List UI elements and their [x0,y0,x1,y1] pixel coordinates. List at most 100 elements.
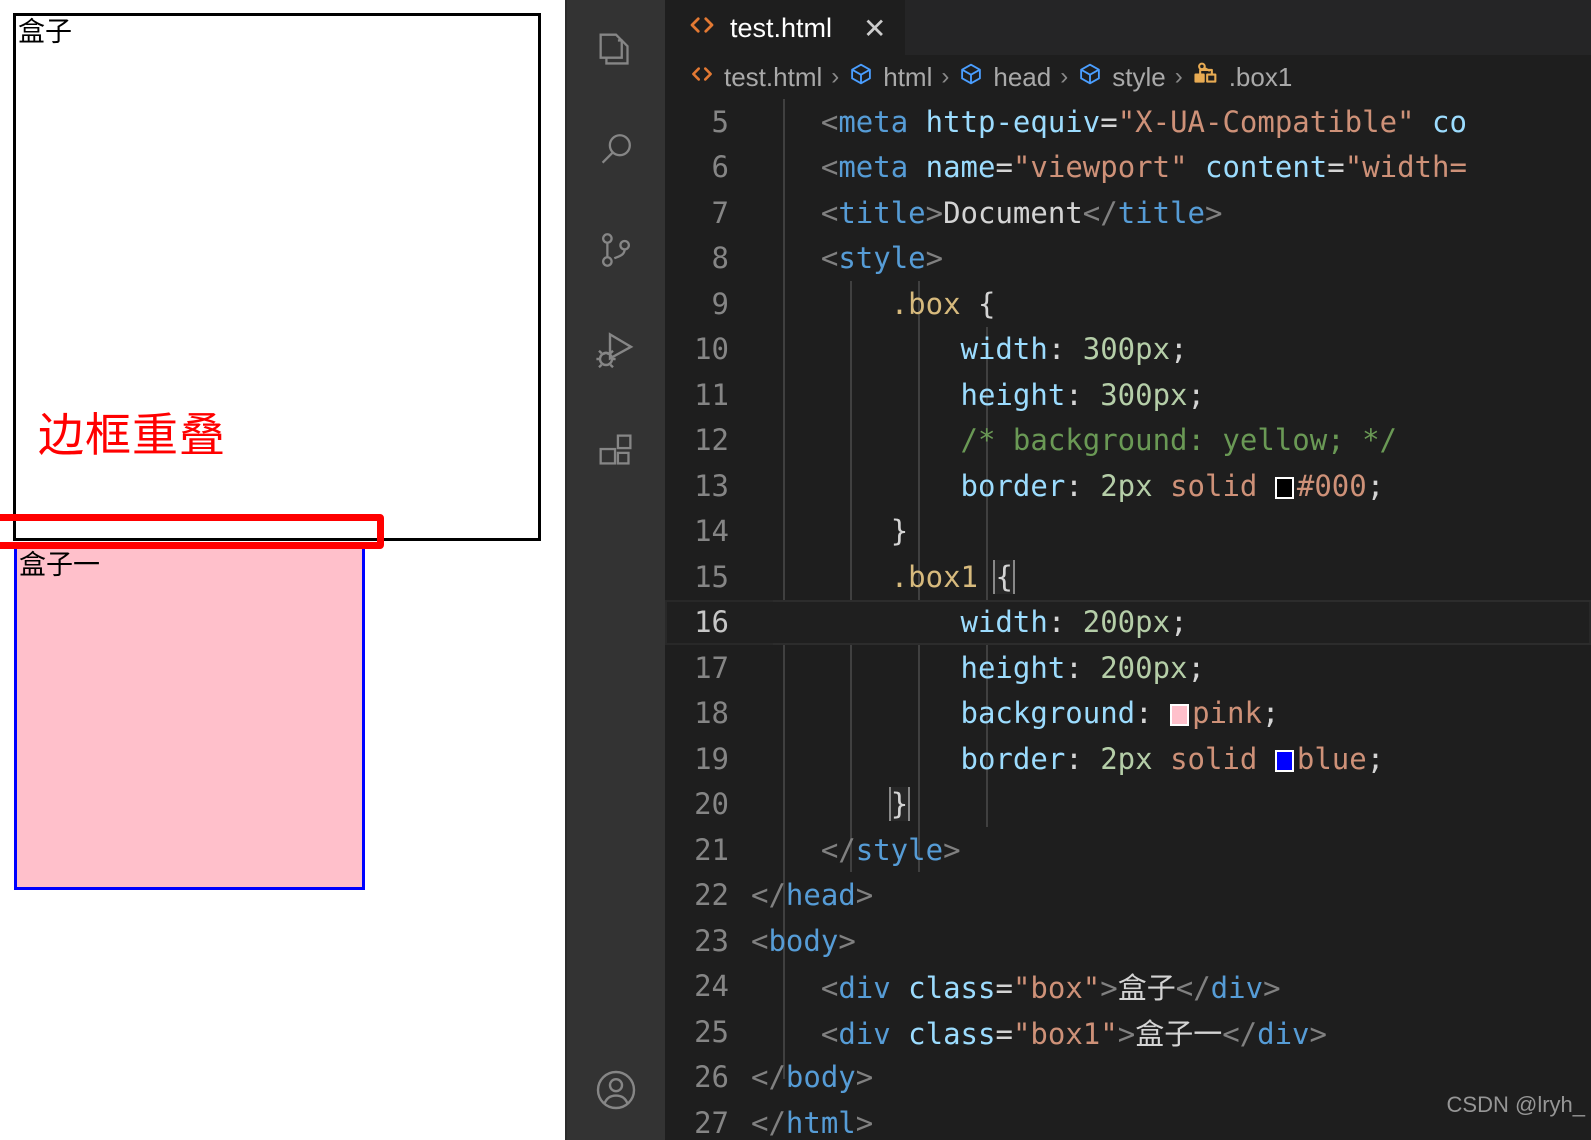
line-number: 20 [694,787,729,822]
tab-test-html[interactable]: test.html ✕ [665,0,905,55]
csdn-watermark: CSDN @lryh_ [1446,1092,1585,1117]
browser-preview-pane: 盒子 边框重叠 盒子一 [0,0,565,1140]
breadcrumb-label: test.html [724,61,823,92]
close-icon[interactable]: ✕ [863,14,886,43]
line-content: </style> [820,832,961,867]
line-content: .box1 { [890,559,1015,594]
code-line[interactable]: 18 background: pink; [665,691,1591,737]
code-line[interactable]: 9 .box { [665,281,1591,327]
activity-item-source-control[interactable] [567,200,665,300]
code-line[interactable]: 8 <style> [665,236,1591,282]
code-line[interactable]: 20 } [665,782,1591,828]
line-number: 17 [694,650,729,685]
code-line[interactable]: 21 </style> [665,827,1591,873]
activity-item-search[interactable] [567,100,665,200]
line-number: 24 [694,969,729,1004]
activity-bar-bottom [567,1040,665,1140]
line-content: background: pink; [960,696,1280,731]
css-rule-icon [1192,60,1220,95]
cube-icon [958,61,984,94]
breadcrumb-item-html[interactable]: html [848,61,932,94]
line-number: 9 [711,286,729,321]
line-content: /* background: yellow; */ [960,423,1398,458]
code-line[interactable]: 15 .box1 { [665,554,1591,600]
tab-title: test.html [730,13,833,43]
files-icon [593,27,639,73]
source-control-icon [593,227,639,273]
line-number: 13 [694,468,729,503]
line-number: 6 [711,150,729,185]
line-content: <div class="box">盒子</div> [820,971,1281,1006]
breadcrumb-item-box1[interactable]: .box1 [1192,60,1292,95]
line-number: 18 [694,696,729,731]
vscode-window: test.html ✕ test.html › html › head › st… [565,0,1591,1140]
line-content: <meta name="viewport" content="width= [820,150,1467,185]
line-content: <meta http-equiv="X-UA-Compatible" co [820,104,1467,139]
line-content: border: 2px solid blue; [960,741,1385,776]
line-content: </body> [751,1060,874,1095]
line-number: 26 [694,1060,729,1095]
activity-item-run-and-debug[interactable] [567,300,665,400]
code-editor[interactable]: 5 <meta http-equiv="X-UA-Compatible" co … [665,99,1591,1140]
extensions-icon [593,427,639,473]
editor-tab-bar: test.html ✕ [665,0,1591,55]
breadcrumb-label: html [883,61,933,92]
line-number: 8 [711,241,729,276]
line-number: 14 [694,514,729,549]
breadcrumb-item-style[interactable]: style [1077,61,1166,94]
cube-icon [1077,61,1103,94]
line-number: 22 [694,878,729,913]
line-number: 21 [694,832,729,867]
annotation-label-border-overlap: 边框重叠 [38,408,226,462]
line-content: .box { [890,286,996,321]
code-line[interactable]: 23 <body> [665,918,1591,964]
code-line[interactable]: 11 height: 300px; [665,372,1591,418]
cube-icon [848,61,874,94]
breadcrumb-separator: › [1174,63,1183,90]
code-line[interactable]: 19 border: 2px solid blue; [665,736,1591,782]
run-debug-icon [592,326,640,374]
code-line[interactable]: 22 </head> [665,873,1591,919]
activity-item-accounts[interactable] [567,1040,665,1140]
line-content: <title>Document</title> [820,195,1223,230]
line-content: height: 200px; [960,650,1205,685]
activity-item-extensions[interactable] [567,400,665,500]
line-number: 16 [694,605,729,640]
activity-item-explorer[interactable] [567,0,665,100]
line-number: 7 [711,195,729,230]
line-number: 25 [694,1014,729,1049]
line-content: width: 300px; [960,332,1188,367]
line-number: 10 [694,332,729,367]
html-file-icon [687,10,717,47]
code-line[interactable]: 6 <meta name="viewport" content="width= [665,145,1591,191]
line-content: </head> [751,878,874,913]
editor-area: test.html ✕ test.html › html › head › st… [665,0,1591,1140]
breadcrumb-label: style [1112,61,1166,92]
code-line[interactable]: 12 /* background: yellow; */ [665,418,1591,464]
app-root: 盒子 边框重叠 盒子一 test.html ✕ test.html › html… [0,0,1591,1140]
code-line[interactable]: 14 } [665,509,1591,555]
line-content: border: 2px solid #000; [960,468,1385,503]
activity-bar [565,0,665,1140]
preview-box-pink: 盒子一 [14,546,365,890]
line-content: <div class="box1">盒子一</div> [820,1016,1327,1051]
code-line[interactable]: 5 <meta http-equiv="X-UA-Compatible" co [665,99,1591,145]
code-line[interactable]: 13 border: 2px solid #000; [665,463,1591,509]
breadcrumb-item-file[interactable]: test.html [689,61,822,94]
line-number: 12 [694,423,729,458]
breadcrumb-item-head[interactable]: head [958,61,1051,94]
code-line[interactable]: 10 width: 300px; [665,327,1591,373]
html-file-icon [689,61,715,94]
line-content: <body> [751,923,856,958]
code-line[interactable]: 25 <div class="box1">盒子一</div> [665,1009,1591,1055]
color-swatch-blue [1274,749,1294,772]
code-line[interactable]: 24 <div class="box">盒子</div> [665,964,1591,1010]
line-content: } [890,514,909,549]
bracket-match-open: { [993,559,1015,594]
breadcrumb-label: head [993,61,1052,92]
code-line[interactable]: 7 <title>Document</title> [665,190,1591,236]
line-number: 27 [694,1105,729,1140]
preview-box-pink-label: 盒子一 [19,550,100,581]
code-line[interactable]: 17 height: 200px; [665,645,1591,691]
code-line-active[interactable]: 16 width: 200px; [665,599,1591,645]
